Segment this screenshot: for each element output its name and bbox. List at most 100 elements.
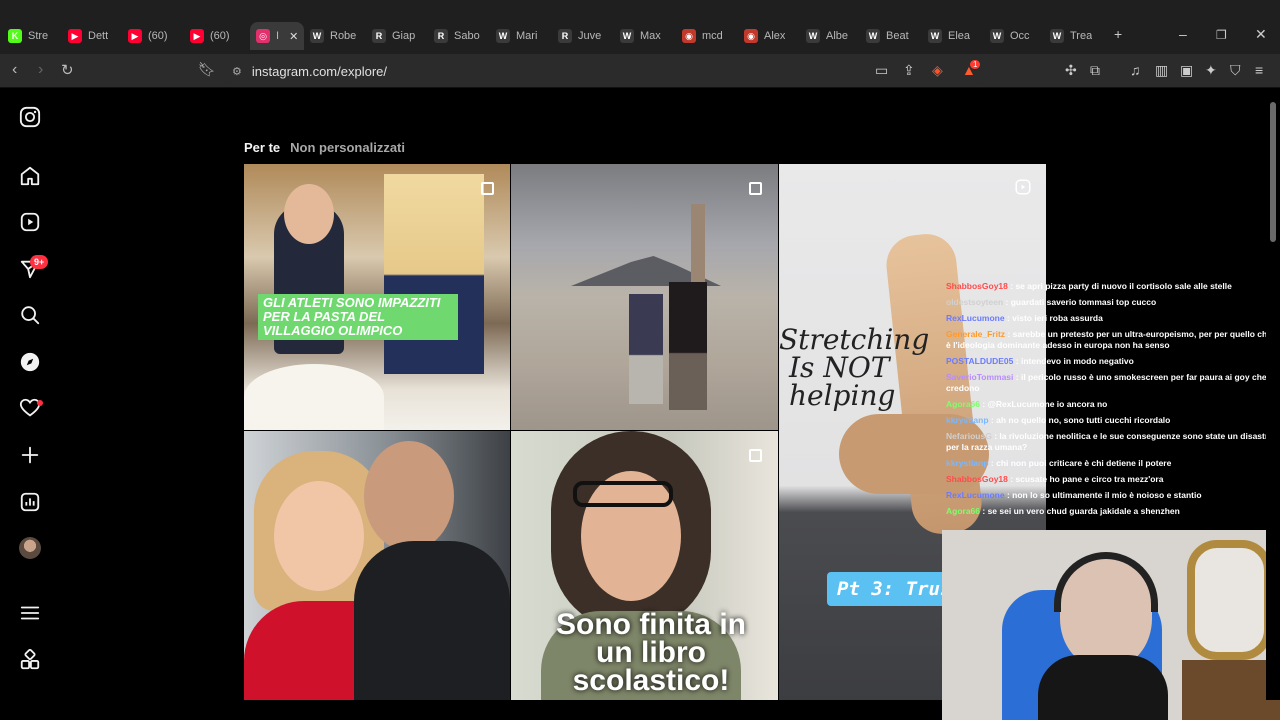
forward-icon[interactable]: › xyxy=(38,61,43,79)
tab-title: Giap xyxy=(392,30,416,42)
chat-message: NefariousG : la rivoluzione neolitica e … xyxy=(946,430,1274,452)
instagram-logo-icon[interactable] xyxy=(19,106,41,128)
chat-text: ah no quello no, sono tutti cucchi ricor… xyxy=(996,414,1171,425)
minimize-icon[interactable]: – xyxy=(1179,26,1187,42)
webcam-overlay xyxy=(942,530,1280,720)
browser-tab[interactable]: ◎ I ✕ xyxy=(250,22,305,50)
wikipedia-icon: W xyxy=(990,29,1004,43)
browser-tab[interactable]: W Max xyxy=(620,24,661,48)
close-tab-icon[interactable]: ✕ xyxy=(289,30,298,43)
browser-tab[interactable]: W Trea xyxy=(1050,24,1092,48)
youtube-icon: ▶ xyxy=(128,29,142,43)
extensions-icon[interactable]: ✣ xyxy=(1065,62,1077,79)
browser-tab[interactable]: W Robe xyxy=(310,24,356,48)
browser-tab[interactable]: ◉ Alex xyxy=(744,24,785,48)
chat-username: RexLucumone xyxy=(946,489,1005,500)
chat-message: kkrystianp : chi non puoi criticare è ch… xyxy=(946,457,1172,468)
screenshot-icon[interactable]: ⧉ xyxy=(1090,62,1100,79)
browser-tab[interactable]: W Albe xyxy=(806,24,848,48)
bookmark-icon[interactable]: 🔖︎ xyxy=(198,61,216,78)
wikipedia-icon: W xyxy=(620,29,634,43)
chat-text: intendevo in modo negativo xyxy=(1020,355,1134,366)
browser-tab[interactable]: R Sabo xyxy=(434,24,480,48)
ai-icon[interactable]: ✦ xyxy=(1205,62,1217,79)
brave-shields-icon[interactable]: ◈ xyxy=(932,62,943,79)
browser-tab[interactable]: W Occ xyxy=(990,24,1030,48)
browser-tab[interactable]: K Stre xyxy=(8,24,48,48)
tab-title: Trea xyxy=(1070,30,1093,42)
browser-tab[interactable]: R Juve xyxy=(558,24,601,48)
browser-tab[interactable]: ▶ Dett xyxy=(68,24,108,48)
scrollbar-thumb[interactable] xyxy=(1270,102,1276,242)
explore-post-1[interactable]: GLI ATLETI SONO IMPAZZITI PER LA PASTA D… xyxy=(244,164,510,430)
also-from-meta-icon[interactable] xyxy=(19,649,41,671)
browser-tab[interactable]: R Giap xyxy=(372,24,415,48)
chat-text: chi non puoi criticare è chi detiene il … xyxy=(996,457,1172,468)
explore-post-2[interactable] xyxy=(511,164,778,430)
back-icon[interactable]: ‹ xyxy=(12,61,17,79)
wikipedia-icon: W xyxy=(806,29,820,43)
chat-username: Agora66 xyxy=(946,505,981,516)
explore-post-5[interactable]: Sono finita in un libro scolastico! xyxy=(511,431,778,700)
post-3-caption: Stretching Is NOT helping xyxy=(779,323,930,412)
music-icon[interactable]: ♫ xyxy=(1130,62,1141,78)
wikipedia-icon: W xyxy=(928,29,942,43)
create-icon[interactable] xyxy=(19,444,41,466)
reload-icon[interactable]: ↻ xyxy=(61,61,74,79)
instagram-sidebar: 9+ xyxy=(0,88,60,700)
tab-title: Dett xyxy=(88,30,109,42)
chat-username: SaverioTommasi xyxy=(946,371,1014,382)
profile-avatar[interactable] xyxy=(19,537,41,559)
page-scrollbar[interactable] xyxy=(1266,88,1280,700)
carousel-icon xyxy=(481,182,494,195)
wallet-icon[interactable]: ▣ xyxy=(1180,62,1193,79)
new-tab-icon[interactable]: + xyxy=(1114,26,1122,42)
tab-title: Robe xyxy=(330,30,357,42)
site-settings-icon[interactable]: ⚙ xyxy=(232,65,242,78)
wikipedia-icon: W xyxy=(496,29,510,43)
browser-tab[interactable]: W Mari xyxy=(496,24,537,48)
tab-for-you[interactable]: Per te xyxy=(244,140,280,155)
browser-tab[interactable]: ▶ (60) xyxy=(128,24,168,48)
menu-icon[interactable]: ≡ xyxy=(1255,62,1263,78)
wikipedia-icon: W xyxy=(1050,29,1064,43)
tab-title: Elea xyxy=(948,30,971,42)
youtube-icon: ▶ xyxy=(190,29,204,43)
sidebar-toggle-icon[interactable]: ▥ xyxy=(1155,62,1168,79)
browser-tab[interactable]: W Beat xyxy=(866,24,909,48)
search-icon[interactable] xyxy=(19,304,41,326)
wikipedia-icon: W xyxy=(310,29,324,43)
kick-icon: K xyxy=(8,29,22,43)
instagram-icon: ◎ xyxy=(256,29,270,43)
chat-username: NefariousG xyxy=(946,430,992,441)
explore-icon[interactable] xyxy=(19,351,41,373)
carousel-icon xyxy=(749,182,762,195)
chat-username: RexLucumone xyxy=(946,312,1005,323)
vpn-icon[interactable]: ⛉ xyxy=(1230,62,1241,79)
reels-icon[interactable] xyxy=(19,211,41,233)
share-icon[interactable]: ⇪ xyxy=(903,62,915,79)
more-menu-icon[interactable] xyxy=(19,602,41,624)
dashboard-icon[interactable] xyxy=(19,491,41,513)
tab-title: Max xyxy=(640,30,661,42)
chat-text: scusate ho pane e circo tra mezz'ora xyxy=(1015,473,1164,484)
chat-message: POSTALDUDE05 : intendevo in modo negativ… xyxy=(946,355,1134,366)
tab-not-personalized[interactable]: Non personalizzati xyxy=(290,140,405,155)
notifications-badge: 9+ xyxy=(30,255,49,269)
chat-message: SaverioTommasi : il pericolo russo è uno… xyxy=(946,371,1277,393)
maximize-icon[interactable]: ❐ xyxy=(1216,28,1227,42)
wikipedia-icon: W xyxy=(866,29,880,43)
cast-icon[interactable]: ▭ xyxy=(875,62,888,79)
browser-tab[interactable]: W Elea xyxy=(928,24,970,48)
chat-message: Agora66 : se sei un vero chud guarda jak… xyxy=(946,505,1180,516)
tab-title: Beat xyxy=(886,30,909,42)
home-icon[interactable] xyxy=(19,165,41,187)
chat-message: Agora66 : @RexLucumone io ancora no xyxy=(946,398,1108,409)
browser-tab[interactable]: ▶ (60) xyxy=(190,24,230,48)
post-5-caption: Sono finita in un libro scolastico! xyxy=(556,608,746,697)
browser-tab[interactable]: ◉ mcd xyxy=(682,24,723,48)
url-text: instagram.com/explore/ xyxy=(251,63,387,79)
close-window-icon[interactable]: ✕ xyxy=(1255,26,1267,43)
chat-message: Generale_Fritz : sarebbe un pretesto per… xyxy=(946,328,1272,350)
explore-post-4[interactable] xyxy=(244,431,510,700)
